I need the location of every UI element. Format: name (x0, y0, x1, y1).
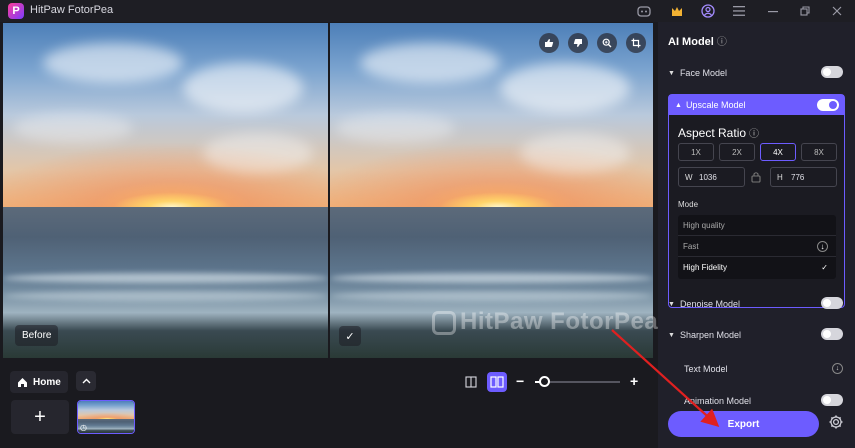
discord-icon[interactable] (636, 3, 652, 19)
mode-fast-label: Fast (683, 241, 699, 251)
aspect-ratio-text: Aspect Ratio (678, 126, 747, 140)
upscale-model-toggle[interactable] (817, 99, 839, 111)
lock-icon[interactable] (751, 171, 761, 186)
checkmark-icon: ✓ (821, 263, 828, 272)
model-animation[interactable]: Animation Model (668, 390, 845, 412)
scale-1x-button[interactable]: 1X (678, 143, 714, 161)
after-check-icon: ✓ (339, 326, 361, 346)
mode-high-fidelity[interactable]: High Fidelity ✓ (678, 257, 836, 278)
model-face-label: Face Model (679, 68, 727, 78)
split-view-icon[interactable] (461, 372, 481, 392)
menu-icon[interactable] (731, 3, 747, 19)
caret-right-icon: ▼ (668, 69, 675, 77)
info-icon[interactable]: ⓘ (717, 37, 727, 48)
thumbs-down-icon[interactable] (568, 33, 588, 53)
caret-up-icon: ▲ (675, 101, 682, 109)
scale-8x-button[interactable]: 8X (801, 143, 837, 161)
sidebar-title-text: AI Model (668, 36, 714, 48)
mode-list: High quality Fast ↓ High Fidelity ✓ (678, 215, 836, 279)
thumbs-up-icon[interactable] (539, 33, 559, 53)
logo-letter: P (12, 5, 20, 17)
width-label: W (685, 172, 693, 182)
zoom-slider-handle[interactable] (538, 376, 550, 387)
model-text-label: Text Model (684, 364, 728, 374)
zoom-icon[interactable] (597, 33, 617, 53)
model-animation-label: Animation Model (684, 396, 752, 406)
close-icon[interactable] (829, 3, 845, 19)
before-photo (3, 23, 328, 358)
image-thumbnail[interactable]: ◷ (77, 400, 135, 434)
mode-high-fidelity-label: High Fidelity (683, 263, 728, 272)
height-field[interactable]: H 776 (770, 167, 837, 187)
clock-icon: ◷ (80, 423, 87, 432)
app-window: P HitPaw FotorPea Before ✓ HitPaw FotorP… (0, 0, 855, 448)
home-label: Home (33, 376, 61, 388)
title-bar: P HitPaw FotorPea (0, 0, 855, 22)
bottom-toolbar: Home + ◷ − + (0, 360, 660, 448)
model-text[interactable]: Text Model ↓ (668, 358, 845, 380)
model-denoise[interactable]: ▼ Denoise Model (668, 293, 845, 315)
mode-fast[interactable]: Fast ↓ (678, 236, 836, 257)
height-label: H (777, 172, 783, 182)
model-face[interactable]: ▼ Face Model (668, 62, 845, 84)
caret-right-icon: ▼ (668, 300, 675, 308)
gear-icon[interactable] (828, 414, 844, 434)
scale-2x-button[interactable]: 2X (719, 143, 755, 161)
watermark-text: HitPaw FotorPea (460, 308, 659, 335)
width-value: 1036 (699, 172, 717, 182)
height-value: 776 (791, 172, 805, 182)
crown-icon[interactable] (669, 3, 685, 19)
watermark: HitPaw FotorPea (432, 308, 658, 336)
upscale-model-label: Upscale Model (685, 100, 746, 110)
add-image-button[interactable]: + (11, 400, 69, 434)
app-logo-icon: P (8, 3, 24, 19)
model-sharpen-label: Sharpen Model (679, 330, 741, 340)
home-icon (16, 376, 28, 388)
app-title: HitPaw FotorPea (30, 4, 114, 16)
sidebar-title: AI Model ⓘ (668, 33, 727, 48)
sharpen-model-toggle[interactable] (821, 328, 843, 340)
animation-model-toggle[interactable] (821, 394, 843, 406)
download-icon[interactable]: ↓ (817, 240, 828, 252)
denoise-model-toggle[interactable] (821, 297, 843, 309)
aspect-ratio-title: Aspect Ratio ⓘ (678, 125, 759, 140)
upscale-model-header[interactable]: ▲ Upscale Model (669, 95, 844, 115)
account-icon[interactable] (700, 3, 716, 19)
caret-right-icon: ▼ (668, 331, 675, 339)
zoom-in-button[interactable]: + (630, 373, 638, 389)
mode-high-quality[interactable]: High quality (678, 215, 836, 236)
minimize-icon[interactable] (765, 3, 781, 19)
mode-label: Mode (678, 200, 699, 209)
ai-model-sidebar: AI Model ⓘ ▼ Face Model ▲ Upscale Model A… (658, 22, 855, 448)
zoom-out-button[interactable]: − (516, 373, 524, 389)
chevron-up-icon[interactable] (76, 371, 96, 391)
export-button[interactable]: Export (668, 411, 819, 437)
side-by-side-view-icon[interactable] (487, 372, 507, 392)
mode-high-quality-label: High quality (683, 220, 725, 230)
upscale-model-panel: ▲ Upscale Model Aspect Ratio ⓘ 1X 2X 4X 8… (668, 94, 845, 308)
before-label: Before (15, 325, 59, 346)
before-image-panel: Before (3, 23, 328, 358)
model-denoise-label: Denoise Model (679, 299, 740, 309)
info-icon[interactable]: ⓘ (749, 129, 759, 140)
scale-4x-button[interactable]: 4X (760, 143, 796, 161)
restore-icon[interactable] (797, 3, 813, 19)
width-field[interactable]: W 1036 (678, 167, 745, 187)
download-icon[interactable]: ↓ (832, 363, 843, 374)
crop-icon[interactable] (626, 33, 646, 53)
face-model-toggle[interactable] (821, 66, 843, 78)
home-button[interactable]: Home (10, 371, 68, 393)
model-sharpen[interactable]: ▼ Sharpen Model (668, 324, 845, 346)
